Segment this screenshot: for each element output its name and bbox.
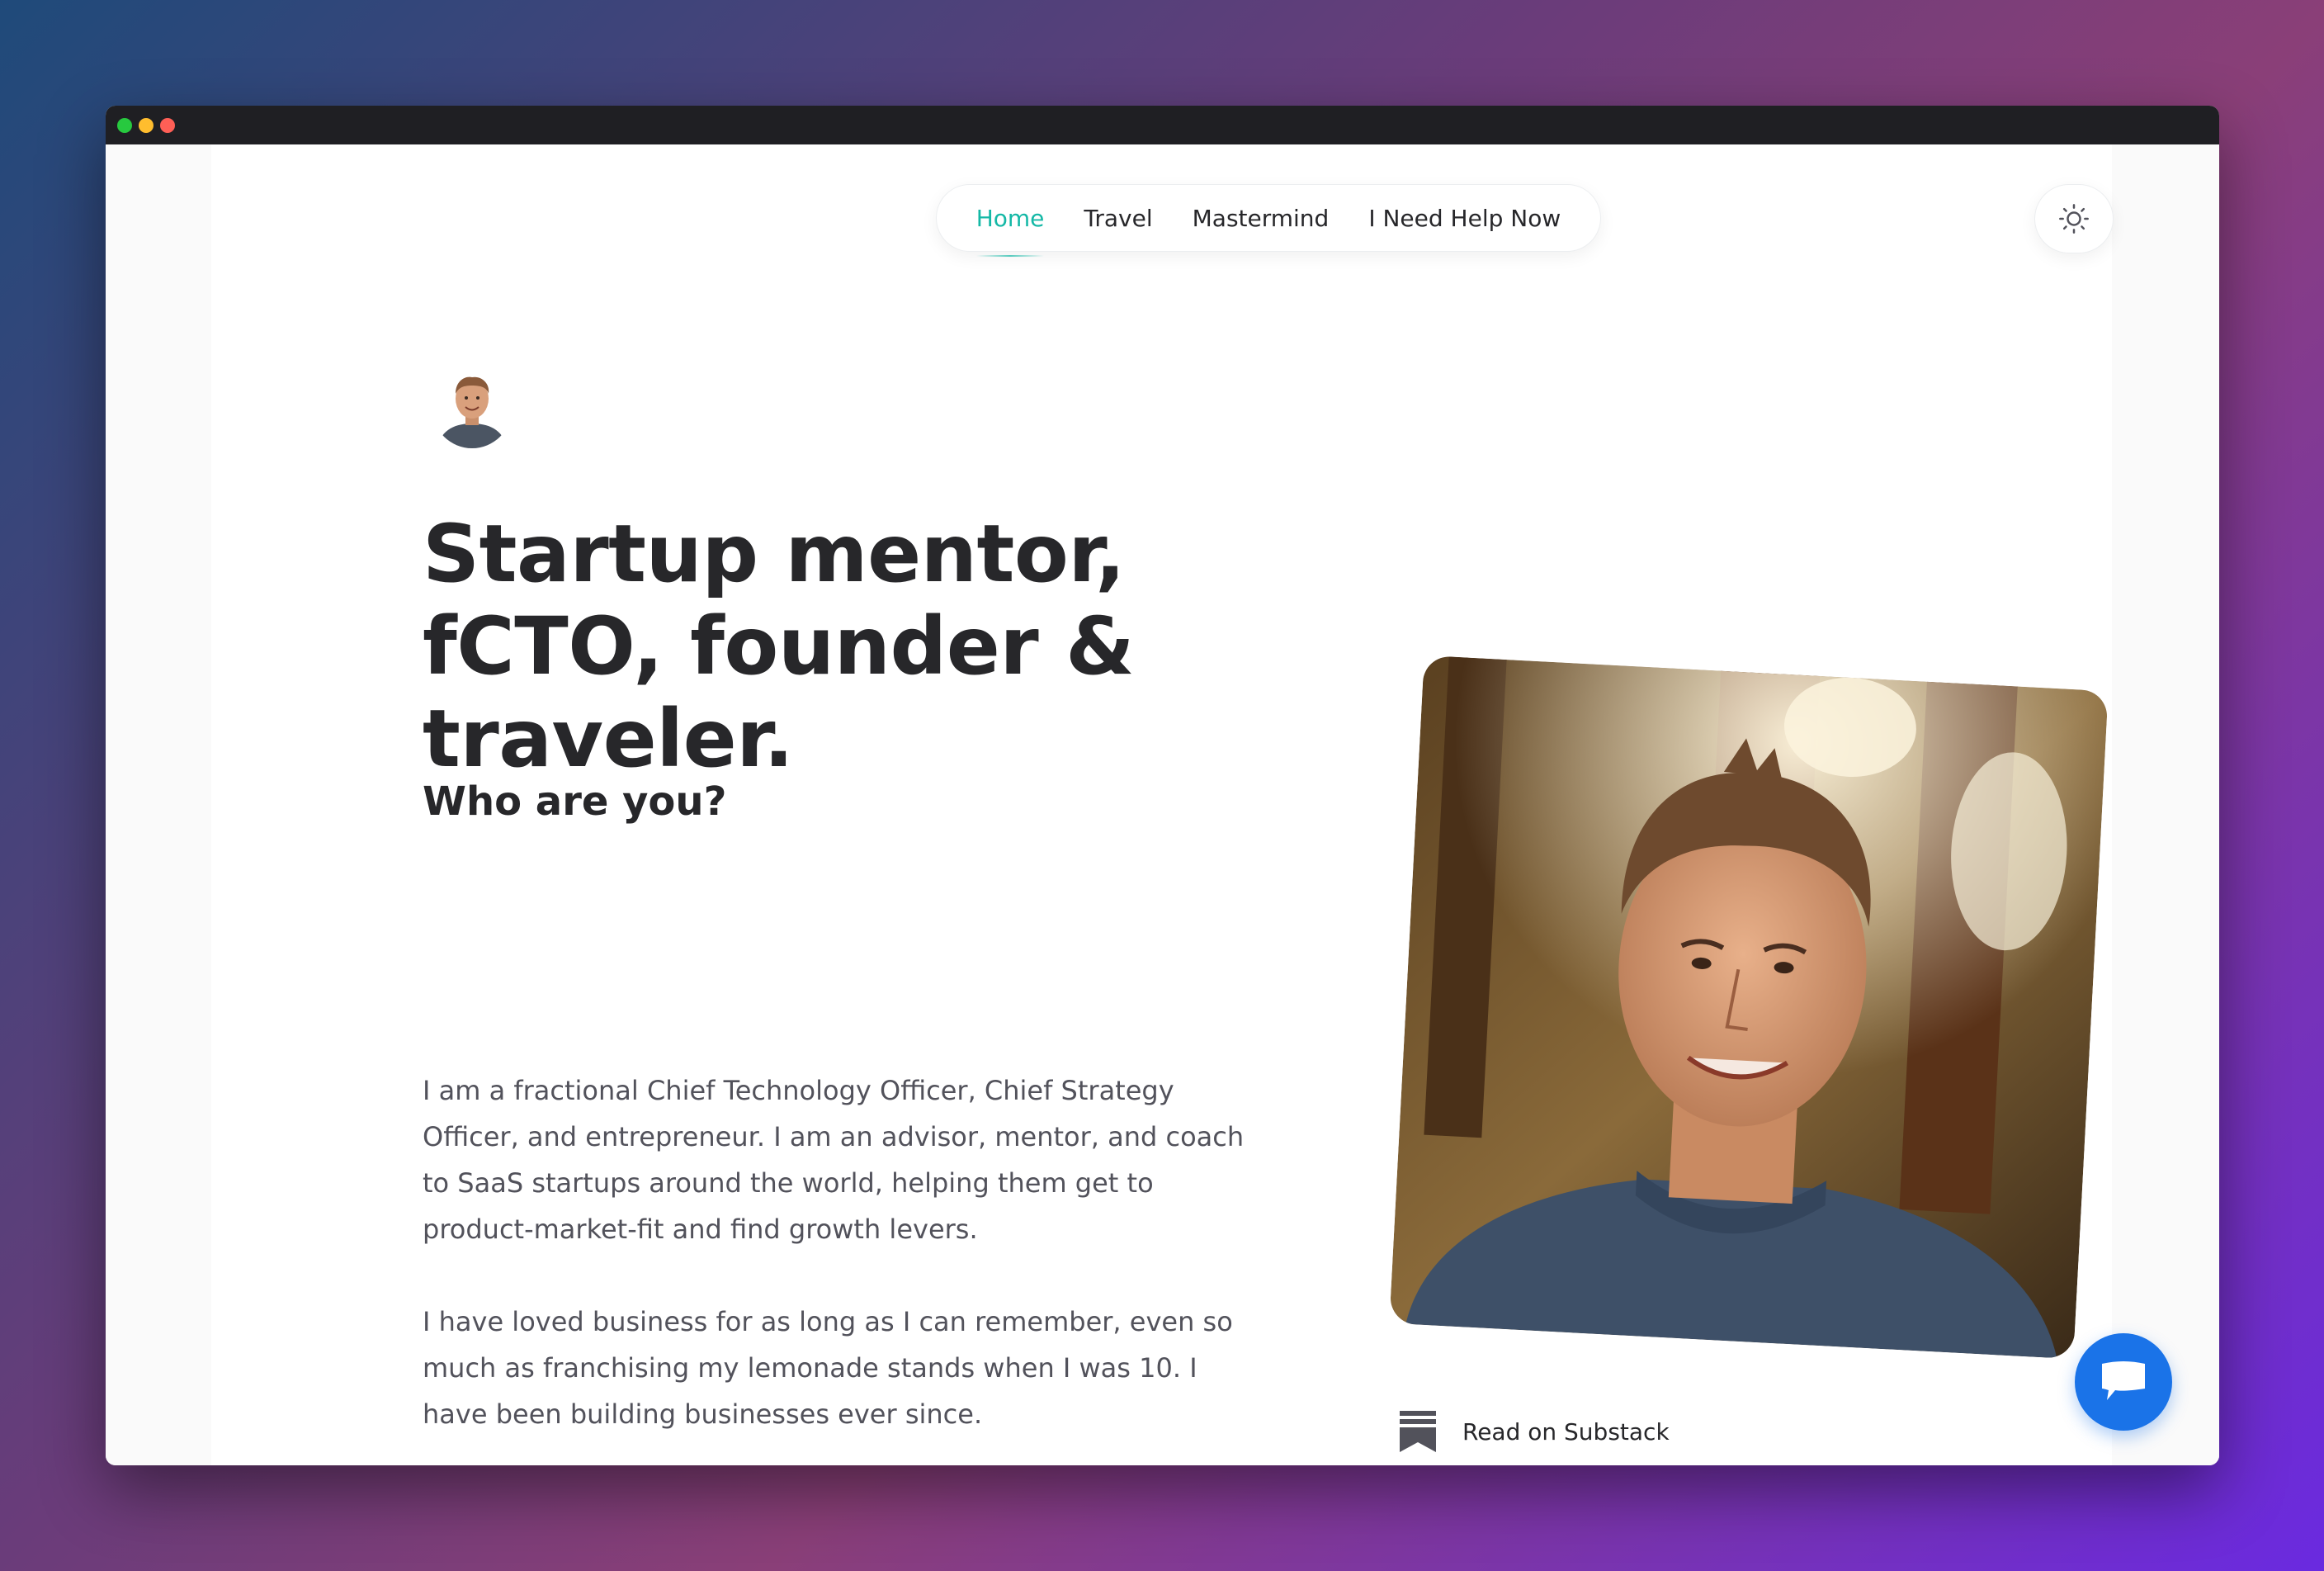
window-control-red[interactable]	[160, 117, 175, 133]
avatar[interactable]	[432, 369, 512, 448]
main-nav: Home Travel Mastermind I Need Help Now	[936, 184, 1601, 257]
hero-portrait-photo	[1389, 655, 2109, 1360]
browser-window: Home Travel Mastermind I Need Help Now S…	[106, 106, 2219, 1465]
hero-paragraph-1: I am a fractional Chief Technology Offic…	[423, 1075, 1245, 1245]
chat-icon	[2102, 1361, 2145, 1400]
nav-item-home[interactable]: Home	[975, 205, 1044, 257]
window-titlebar	[106, 106, 2219, 144]
sun-icon	[2059, 204, 2089, 234]
hero-headline: Startup mentor, fCTO, founder & traveler…	[423, 508, 1135, 785]
page-content: Home Travel Mastermind I Need Help Now S…	[211, 144, 2114, 1465]
nav-item-help[interactable]: I Need Help Now	[1368, 205, 1561, 232]
chat-widget-button[interactable]	[2075, 1333, 2172, 1431]
nav-item-mastermind[interactable]: Mastermind	[1193, 205, 1330, 232]
hero-paragraph-2: I have loved business for as long as I c…	[423, 1306, 1233, 1430]
substack-link[interactable]: Read on Substack	[1400, 1411, 1670, 1452]
substack-icon	[1400, 1411, 1436, 1452]
substack-label: Read on Substack	[1462, 1417, 1670, 1446]
page-viewport: Home Travel Mastermind I Need Help Now S…	[106, 144, 2219, 1465]
hero-subheading: Who are you?	[423, 778, 727, 825]
theme-toggle-button[interactable]	[2034, 184, 2114, 253]
nav-item-travel[interactable]: Travel	[1084, 205, 1152, 232]
window-control-green[interactable]	[117, 117, 132, 133]
window-control-yellow[interactable]	[139, 117, 154, 133]
